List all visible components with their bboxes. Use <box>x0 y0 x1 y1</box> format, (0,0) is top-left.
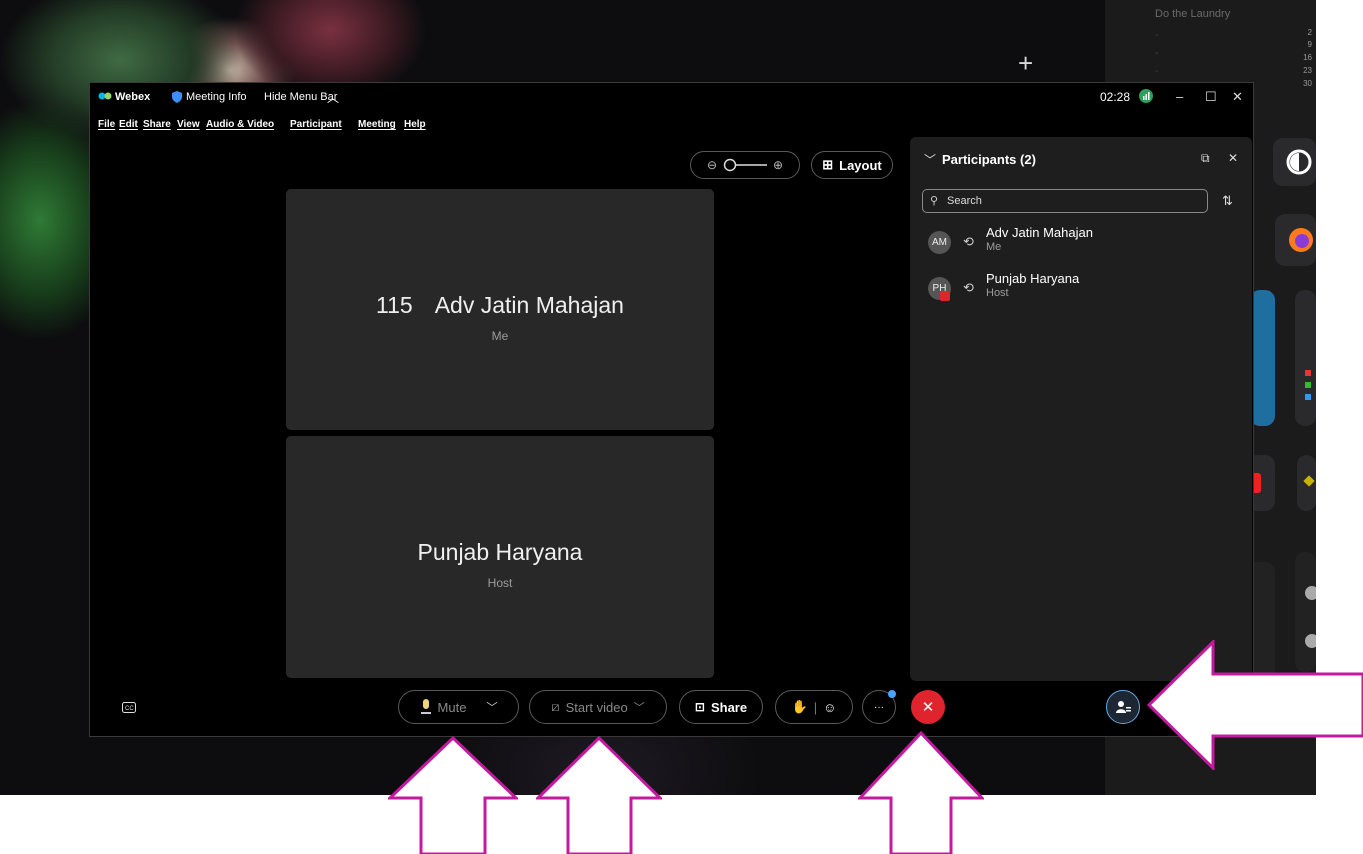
layout-label: Layout <box>839 157 882 173</box>
tile-role: Host <box>487 576 513 590</box>
menu-view[interactable]: View <box>177 119 200 130</box>
mute-button[interactable]: Mute ﹀ <box>398 690 519 724</box>
app-name: Webex <box>115 91 151 103</box>
video-tile-host[interactable]: Punjab Haryana Host <box>286 436 714 678</box>
menu-meeting[interactable]: Meeting <box>358 119 396 130</box>
layout-button[interactable]: ⊞ Layout <box>811 151 893 179</box>
end-call-button[interactable]: ✕ <box>911 690 945 724</box>
participant-role: Host <box>986 287 1009 299</box>
menu-audio-video[interactable]: Audio & Video <box>206 119 274 130</box>
microphone-icon <box>420 699 431 714</box>
participant-role: Me <box>986 241 1002 253</box>
meeting-info-button[interactable]: Meeting Info <box>186 91 247 103</box>
participant-name: Adv Jatin Mahajan <box>986 225 1093 240</box>
calendar-number: 23 <box>1303 66 1312 75</box>
participants-toggle-button[interactable] <box>1106 690 1140 724</box>
minimize-icon[interactable]: – <box>1176 89 1183 104</box>
tile-name-row: 115 Adv Jatin Mahajan <box>286 292 714 319</box>
app-tile-firefox[interactable] <box>1275 214 1316 266</box>
search-icon: ⚲ <box>930 195 939 207</box>
audio-connection-icon: ⟲ <box>963 280 974 295</box>
raise-hand-reactions-button[interactable]: ✋ | ☺ <box>775 690 853 724</box>
webex-meeting-window: Webex Meeting Info Hide Menu Bar ︿ 02:28… <box>89 82 1254 737</box>
app-tile-circle[interactable] <box>1273 138 1316 186</box>
participant-row[interactable]: PH ⟲ Punjab Haryana Host <box>928 271 1228 307</box>
pop-out-icon[interactable]: ⧉ <box>1201 151 1210 166</box>
avatar: AM <box>928 231 951 254</box>
app-tile-colorful[interactable] <box>1295 290 1316 426</box>
annotation-arrow-participants <box>1147 640 1363 770</box>
menu-file[interactable]: File <box>98 119 115 130</box>
video-tile-self[interactable]: 115 Adv Jatin Mahajan Me <box>286 189 714 430</box>
zoom-in-icon[interactable]: ⊕ <box>773 158 783 172</box>
close-icon[interactable]: ✕ <box>1232 89 1243 105</box>
audio-connection-icon: ⟲ <box>963 234 974 249</box>
annotation-arrow-mute <box>388 736 518 854</box>
zoom-out-icon[interactable]: ⊖ <box>707 158 717 172</box>
desktop-background: + Do the Laundry - - - 2 9 16 23 30 Webe… <box>0 0 1316 795</box>
zoom-slider[interactable]: ⊖ ⊕ <box>690 151 800 179</box>
app-tile-yellow[interactable] <box>1297 455 1316 511</box>
zoom-track[interactable] <box>723 158 767 172</box>
close-panel-icon[interactable]: ✕ <box>1228 151 1238 165</box>
menu-share[interactable]: Share <box>143 119 171 130</box>
network-health-icon[interactable] <box>1139 89 1153 106</box>
more-options-label: ··· <box>874 701 884 713</box>
calendar-number: 2 <box>1307 28 1312 37</box>
chevron-up-icon[interactable]: ︿ <box>327 89 339 106</box>
annotation-arrow-video <box>536 736 662 854</box>
title-bar: Webex Meeting Info Hide Menu Bar ︿ 02:28… <box>90 83 1253 113</box>
close-icon: ✕ <box>921 699 935 716</box>
share-screen-icon: ⊡ <box>694 700 705 714</box>
participant-name: Punjab Haryana <box>986 271 1080 286</box>
participants-title: Participants (2) <box>942 152 1036 167</box>
participant-row[interactable]: AM ⟲ Adv Jatin Mahajan Me <box>928 225 1228 261</box>
menu-bar: File Edit Share View Audio & Video Parti… <box>90 117 1253 135</box>
share-button[interactable]: ⊡ Share <box>679 690 763 724</box>
emoji-reaction-icon[interactable]: ☺ <box>823 700 836 715</box>
tile-name: Adv Jatin Mahajan <box>434 292 624 318</box>
calendar-number: 16 <box>1303 53 1312 62</box>
notification-dot <box>888 690 896 698</box>
participants-panel: ﹀ Participants (2) ⧉ ✕ ⚲ Search ⇅ AM ⟲ A… <box>910 137 1252 681</box>
svg-text:CC: CC <box>125 706 134 712</box>
meeting-timer: 02:28 <box>1100 90 1131 104</box>
calendar-number: 30 <box>1303 79 1312 88</box>
menu-participant[interactable]: Participant <box>290 119 342 130</box>
raise-hand-icon[interactable]: ✋ <box>792 699 808 715</box>
grid-icon: ⊞ <box>822 157 834 172</box>
calendar-reminder: Do the Laundry <box>1155 8 1231 20</box>
menu-help[interactable]: Help <box>404 119 426 130</box>
captions-icon[interactable]: CC <box>122 702 136 717</box>
share-label: Share <box>710 699 748 715</box>
participants-list-icon <box>1116 701 1131 713</box>
tile-number: 115 <box>376 292 413 318</box>
maximize-icon[interactable]: ☐ <box>1205 89 1217 105</box>
shield-icon <box>172 91 182 106</box>
mute-label: Mute <box>437 699 467 715</box>
sort-icon[interactable]: ⇅ <box>1222 193 1233 209</box>
participant-search-input[interactable]: ⚲ Search <box>922 189 1208 213</box>
start-video-label: Start video <box>565 699 628 715</box>
host-badge-icon <box>940 291 950 301</box>
start-video-button[interactable]: ⧄ Start video ﹀ <box>529 690 667 724</box>
tile-name: Punjab Haryana <box>417 539 583 565</box>
chevron-down-icon[interactable]: ﹀ <box>486 699 497 715</box>
video-off-icon: ⧄ <box>551 699 560 714</box>
theme-icon <box>1286 149 1312 175</box>
chevron-down-icon[interactable]: ﹀ <box>634 699 645 715</box>
calendar-number: 9 <box>1307 40 1312 49</box>
webex-logo-icon <box>98 91 112 104</box>
add-widget-plus[interactable]: + <box>1018 50 1033 76</box>
firefox-icon <box>1289 228 1313 252</box>
menu-edit[interactable]: Edit <box>119 119 138 130</box>
chevron-down-icon[interactable]: ﹀ <box>924 151 936 168</box>
tile-role: Me <box>491 329 509 343</box>
search-placeholder: Search <box>947 195 982 207</box>
annotation-arrow-end-call <box>858 731 984 854</box>
